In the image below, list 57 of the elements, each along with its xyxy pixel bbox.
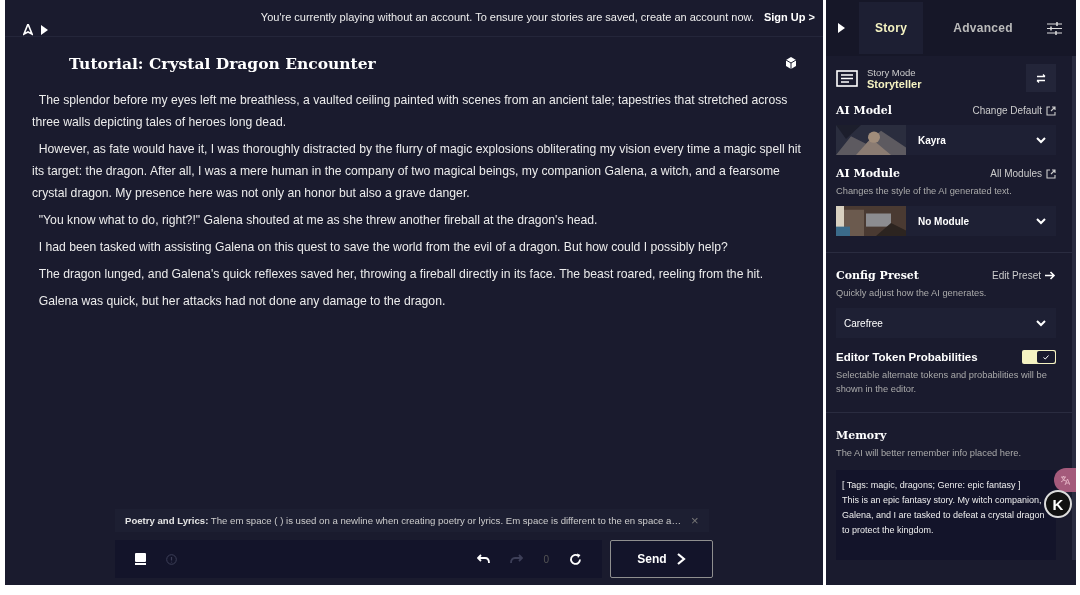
model-name: Kayra [918, 134, 947, 146]
preset-name: Carefree [843, 317, 884, 329]
story-paragraph: The splendor before my eyes left me breathless, a vaulted ceiling painted with scenes from an ancient tale; tapestries that stretched across three walls depicting tales of heroes long dead. [32, 92, 789, 131]
translate-icon [1060, 475, 1070, 485]
change-default-link[interactable]: Change Default [972, 105, 1056, 116]
tip-text: Poetry and Lyrics: The em space ( ) is used on a newline when creating poetry or lyrics. Em space is different to the en space a… [125, 515, 681, 526]
swap-icon [1036, 73, 1046, 83]
story-paragraph: I had been tasked with assisting Galena on this quest to save the world from the evil of a dragon. But how could I possibly help? [37, 239, 729, 256]
section-description: Quickly adjust how the AI generates. [836, 287, 988, 300]
external-link-icon [1046, 168, 1056, 179]
section-title: Memory [836, 429, 888, 442]
arrow-right-icon [1045, 271, 1056, 280]
translate-button[interactable] [1054, 468, 1076, 492]
story-paragraph: Galena was quick, but her attacks had not done any damage to the dragon. [37, 293, 447, 310]
play-icon[interactable] [41, 25, 48, 35]
retry-count: 0 [543, 553, 549, 565]
chevron-down-icon [1036, 319, 1046, 327]
chevron-down-icon [1036, 136, 1046, 144]
sliders-icon[interactable] [1047, 21, 1062, 35]
toggle-switch[interactable] [1022, 350, 1056, 364]
story-paragraph: However, as fate would have it, I was thoroughly distracted by the flurry of magic explosions obliterating my vision every time a magic spell hit its target: the dragon. After all, I was a mere human in the company of two magical beings, my companion Galena, a witch, and a fearsome crystal dragon. My presence here was not only an honor but also a grave danger. [32, 141, 802, 202]
section-description: Selectable alternate tokens and probabilities will be shown in the editor. [836, 369, 1048, 396]
swap-button[interactable] [1026, 64, 1056, 92]
section-title: AI Module [836, 167, 900, 180]
external-link-icon [1046, 105, 1056, 116]
story-paragraph: The dragon lunged, and Galena's quick reflexes saved her, throwing a fireball directly in its face. The beast roared, reeling from the hit. [37, 266, 765, 283]
section-description: Changes the style of the AI generated text. [836, 185, 1013, 198]
sidebar-tab[interactable]: Story [859, 2, 924, 54]
chevron-right-icon [676, 553, 686, 565]
check-icon [1043, 354, 1049, 360]
section-title: AI Model [836, 104, 892, 117]
sign-up-link[interactable]: Sign Up > [763, 11, 815, 23]
send-button[interactable]: Send [610, 540, 713, 578]
sidebar-tab[interactable]: Advanced [937, 2, 1029, 54]
account-notice: You're currently playing without an account. To ensure your stories are saved, create an account now. [260, 11, 754, 23]
document-icon [836, 69, 858, 87]
story-mode-value: Storyteller [867, 77, 922, 90]
story-mode-label: Story Mode [867, 66, 917, 78]
all-modules-link[interactable]: All Modules [990, 168, 1056, 179]
model-select[interactable]: Kayra [836, 125, 1056, 155]
preset-select[interactable]: Carefree [836, 308, 1056, 338]
chevron-down-icon [1036, 217, 1046, 225]
section-description: The AI will better remember info placed here. [836, 447, 1022, 460]
book-icon[interactable] [135, 553, 146, 565]
story-paragraph: "You know what to do, right?!" Galena shouted at me as she threw another fireball at the dragon's head. [37, 212, 599, 229]
play-icon[interactable] [838, 23, 845, 33]
logo-icon[interactable] [23, 24, 33, 36]
cube-icon[interactable] [785, 57, 797, 69]
story-title: Tutorial: Crystal Dragon Encounter [69, 53, 376, 73]
module-name: No Module [918, 215, 971, 227]
setting-title: Editor Token Probabilities [836, 351, 978, 363]
edit-preset-link[interactable]: Edit Preset [992, 270, 1056, 281]
retry-icon[interactable] [569, 552, 582, 566]
module-select[interactable]: No Module [836, 206, 1056, 236]
close-button[interactable]: × [691, 513, 699, 528]
undo-icon[interactable] [477, 554, 491, 564]
section-title: Config Preset [836, 269, 919, 282]
